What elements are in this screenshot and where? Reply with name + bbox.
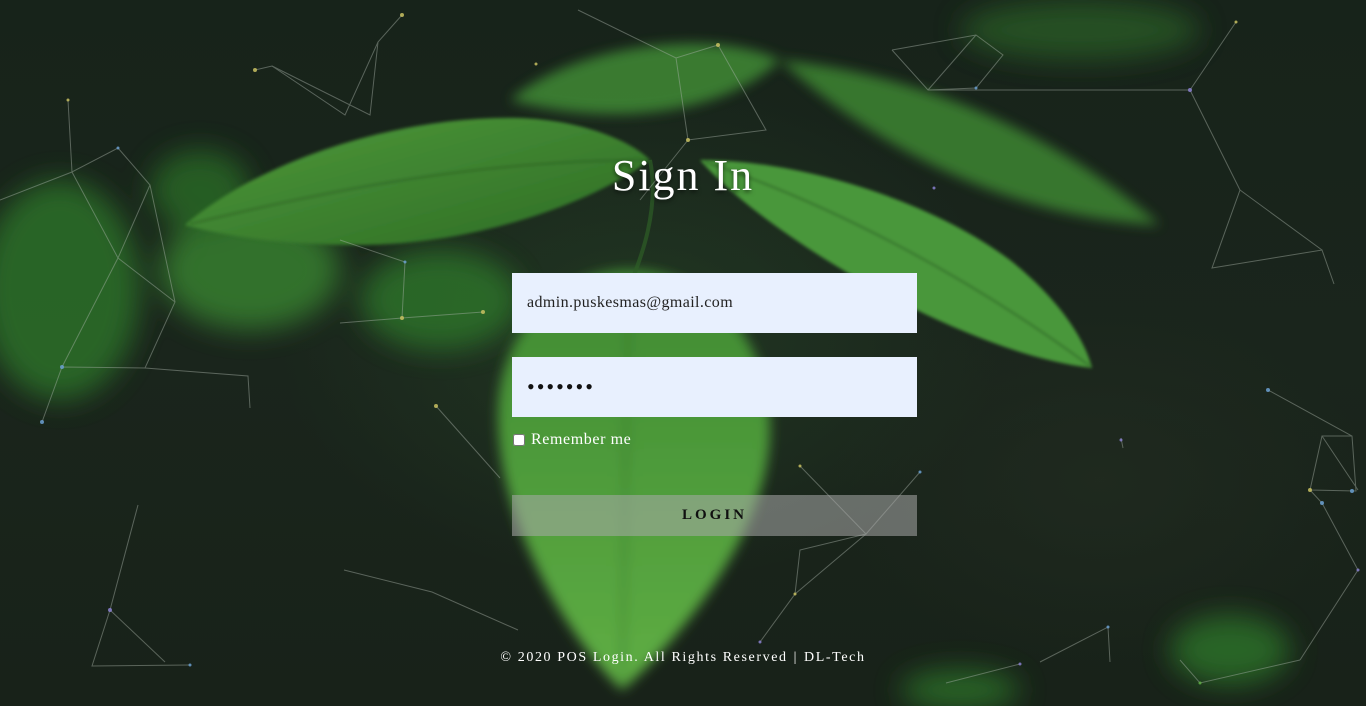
remember-me-checkbox[interactable] bbox=[513, 434, 525, 446]
login-button[interactable]: LOGIN bbox=[512, 495, 917, 536]
leaf-background-illustration bbox=[0, 0, 1360, 706]
footer-copyright: © 2020 POS Login. All Rights Reserved bbox=[500, 650, 788, 665]
page-title: Sign In bbox=[611, 151, 755, 200]
email-field[interactable] bbox=[512, 273, 917, 333]
background-image bbox=[0, 0, 1366, 706]
footer: © 2020 POS Login. All Rights Reserved | DL… bbox=[0, 650, 1366, 666]
footer-separator: | bbox=[793, 650, 799, 665]
remember-me-label: Remember me bbox=[531, 431, 632, 448]
password-field[interactable] bbox=[512, 357, 917, 417]
remember-me-option[interactable]: Remember me bbox=[512, 429, 631, 451]
footer-brand-link[interactable]: DL-Tech bbox=[804, 650, 866, 665]
